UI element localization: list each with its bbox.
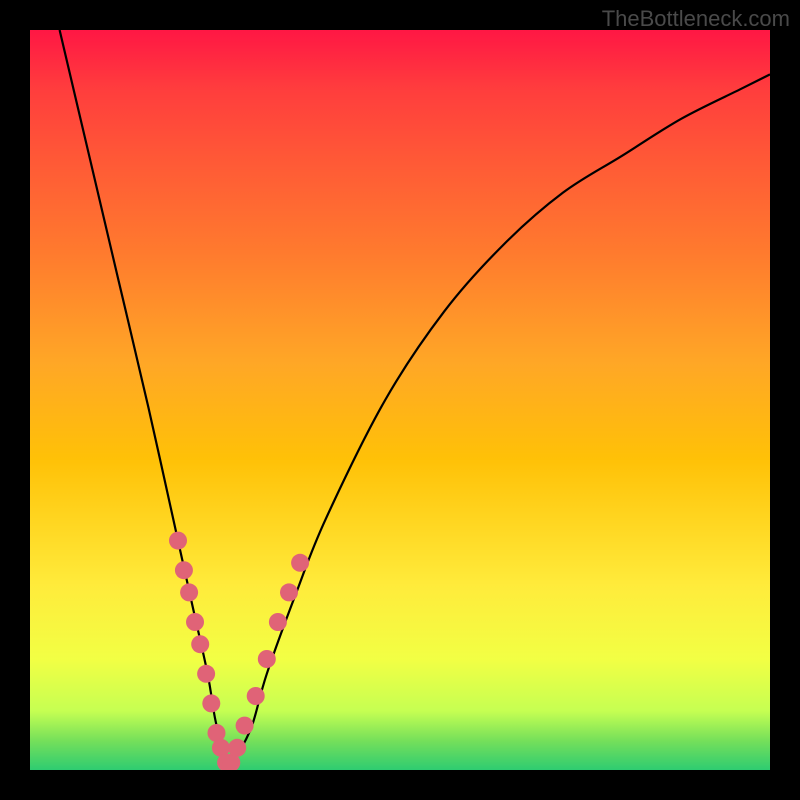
- marker-point: [169, 532, 187, 550]
- marker-point: [280, 583, 298, 601]
- marker-point: [197, 665, 215, 683]
- plot-area: [30, 30, 770, 770]
- marker-point: [236, 717, 254, 735]
- marker-point: [175, 561, 193, 579]
- marker-point: [291, 554, 309, 572]
- curve-svg: [30, 30, 770, 770]
- marker-point: [202, 694, 220, 712]
- marker-point: [207, 724, 225, 742]
- marker-point: [269, 613, 287, 631]
- bottleneck-curve: [60, 30, 770, 763]
- marker-point: [191, 635, 209, 653]
- marker-point: [212, 739, 230, 757]
- chart-container: TheBottleneck.com: [0, 0, 800, 800]
- marker-point: [258, 650, 276, 668]
- watermark-text: TheBottleneck.com: [602, 6, 790, 32]
- marker-point: [186, 613, 204, 631]
- marker-point: [247, 687, 265, 705]
- marker-group: [169, 532, 309, 770]
- marker-point: [228, 739, 246, 757]
- marker-point: [180, 583, 198, 601]
- marker-point: [222, 754, 240, 770]
- marker-point: [217, 754, 235, 770]
